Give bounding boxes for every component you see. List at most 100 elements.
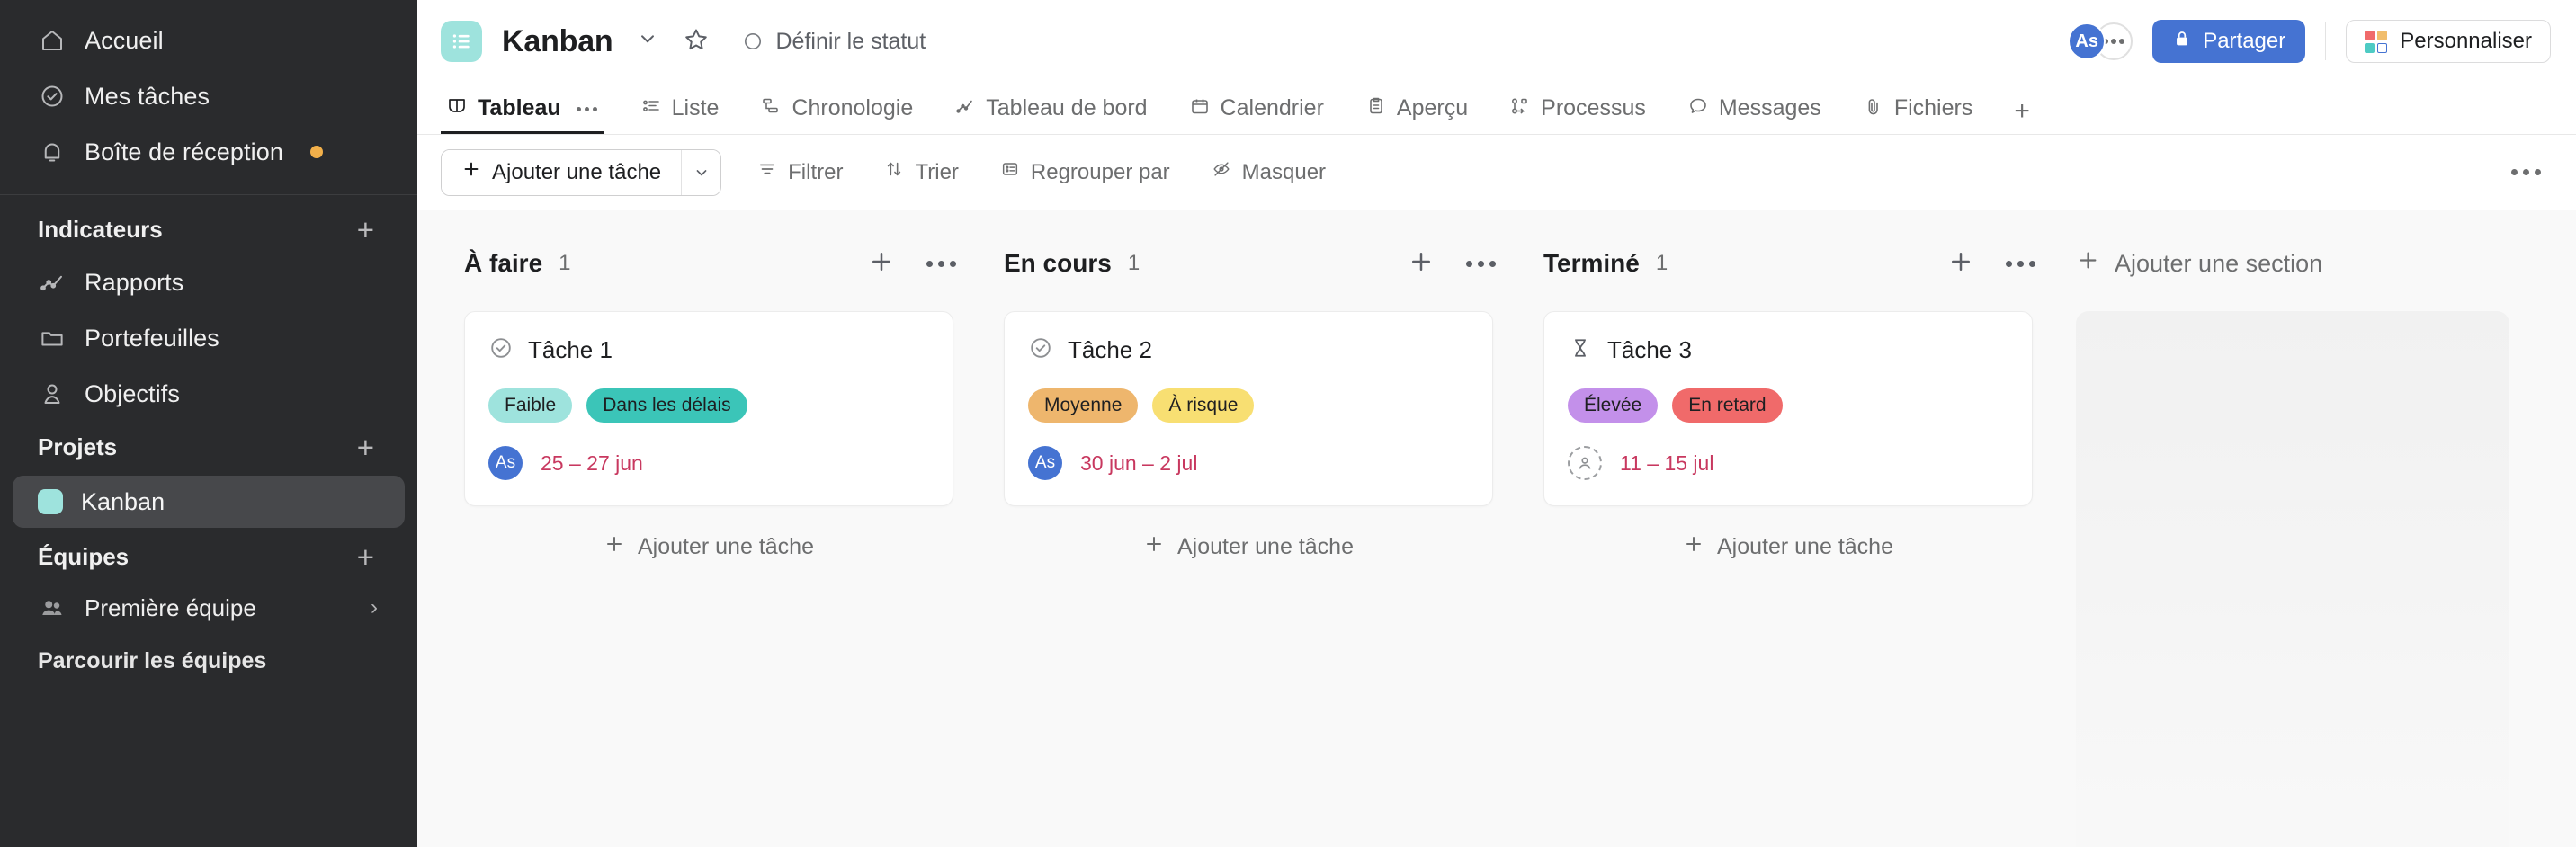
column-overflow-icon[interactable] <box>917 260 966 267</box>
star-icon[interactable] <box>683 26 710 58</box>
column-overflow-icon[interactable] <box>1996 260 2045 267</box>
tab-messages[interactable]: Messages <box>1682 84 1827 134</box>
tab-label: Liste <box>671 94 720 120</box>
add-projet-button[interactable]: + <box>357 432 374 462</box>
tab-chronologie[interactable]: Chronologie <box>755 84 918 134</box>
tag-priority[interactable]: Faible <box>488 388 573 423</box>
tab-label: Aperçu <box>1396 94 1469 120</box>
task-card[interactable]: Tâche 3 Élevée En retard 11 – 15 jul <box>1543 311 2033 506</box>
tab-liste[interactable]: Liste <box>635 84 725 134</box>
sidebar-section-projets: Projets + <box>13 422 405 472</box>
chevron-down-icon[interactable] <box>636 27 659 57</box>
workflow-icon <box>1509 95 1531 123</box>
sidebar-item-mes-taches[interactable]: Mes tâches <box>13 68 405 124</box>
task-card[interactable]: Tâche 2 Moyenne À risque As 30 jun – 2 j… <box>1004 311 1493 506</box>
add-indicateur-button[interactable]: + <box>357 215 374 245</box>
member-avatars: As <box>2068 22 2133 60</box>
column-count: 1 <box>1127 251 1140 275</box>
sidebar-item-objectifs[interactable]: Objectifs <box>13 366 405 422</box>
task-card-tags: Moyenne À risque <box>1028 388 1469 423</box>
column-add-task-button[interactable]: Ajouter une tâche <box>1543 533 2033 561</box>
add-task-button[interactable]: Ajouter une tâche <box>442 149 682 195</box>
sidebar-item-kanban[interactable]: Kanban <box>13 476 405 528</box>
column-overflow-icon[interactable] <box>1456 260 1506 267</box>
app-root: Accueil Mes tâches Boîte de réception In… <box>0 0 2576 847</box>
tab-processus[interactable]: Processus <box>1504 84 1651 134</box>
tab-tableau-de-bord[interactable]: Tableau de bord <box>949 84 1152 134</box>
share-button[interactable]: Partager <box>2152 20 2306 63</box>
hourglass-icon[interactable] <box>1568 335 1593 365</box>
task-card-footer: 11 – 15 jul <box>1568 446 2008 480</box>
task-card-title: Tâche 3 <box>1607 336 1692 363</box>
tag-status[interactable]: À risque <box>1152 388 1255 423</box>
add-task-dropdown-button[interactable] <box>681 149 721 195</box>
sidebar-item-accueil[interactable]: Accueil <box>13 13 405 68</box>
sidebar-item-premiere-equipe[interactable]: Première équipe › <box>13 582 405 634</box>
browse-teams-link[interactable]: Parcourir les équipes <box>13 634 405 674</box>
board-overflow-button[interactable] <box>2501 169 2551 175</box>
column-header: À faire 1 <box>441 243 980 284</box>
sidebar-item-boite-de-reception[interactable]: Boîte de réception <box>13 124 405 180</box>
column-add-task-icon[interactable] <box>1399 248 1444 280</box>
tag-status[interactable]: En retard <box>1672 388 1783 423</box>
check-circle-icon[interactable] <box>1028 335 1053 365</box>
customize-grid-icon <box>2365 30 2388 53</box>
add-section-label: Ajouter une section <box>2115 249 2323 277</box>
sidebar-item-label: Accueil <box>85 26 164 54</box>
task-card-footer: As 30 jun – 2 jul <box>1028 446 1469 480</box>
tag-priority[interactable]: Moyenne <box>1028 388 1139 423</box>
tab-label: Calendrier <box>1220 94 1324 120</box>
folder-icon <box>38 324 67 352</box>
column-add-task-icon[interactable] <box>1938 248 1983 280</box>
tag-status[interactable]: Dans les délais <box>586 388 747 423</box>
plus-icon <box>461 159 481 185</box>
task-due-date[interactable]: 25 – 27 jun <box>541 451 643 476</box>
avatar[interactable]: As <box>488 446 523 480</box>
unread-badge-dot <box>309 146 323 158</box>
add-tab-button[interactable]: + <box>2008 96 2035 134</box>
task-card-tags: Élevée En retard <box>1568 388 2008 423</box>
filter-button[interactable]: Filtrer <box>752 149 848 196</box>
task-due-date[interactable]: 11 – 15 jul <box>1620 451 1713 476</box>
sidebar-item-label: Portefeuilles <box>85 324 219 352</box>
section-dropzone[interactable] <box>2076 311 2509 847</box>
avatar[interactable]: As <box>1028 446 1062 480</box>
line-chart-icon <box>38 268 67 297</box>
group-by-button[interactable]: Regrouper par <box>995 149 1176 196</box>
set-status-button[interactable]: Définir le statut <box>742 29 926 55</box>
sidebar-item-portefeuilles[interactable]: Portefeuilles <box>13 310 405 366</box>
task-card[interactable]: Tâche 1 Faible Dans les délais As 25 – 2… <box>464 311 953 506</box>
assignee-placeholder-icon[interactable] <box>1568 446 1602 480</box>
customize-button[interactable]: Personnaliser <box>2346 20 2551 63</box>
sidebar-item-rapports[interactable]: Rapports <box>13 254 405 310</box>
add-section-button[interactable]: Ajouter une section <box>2060 243 2509 284</box>
check-circle-icon[interactable] <box>488 335 514 365</box>
sidebar-item-label: Kanban <box>81 487 165 515</box>
column-add-task-icon[interactable] <box>859 248 904 280</box>
tab-label: Messages <box>1718 94 1821 120</box>
column-title: Terminé <box>1543 249 1640 277</box>
tab-tableau[interactable]: Tableau <box>441 84 604 134</box>
bell-icon <box>38 138 67 166</box>
tag-priority[interactable]: Élevée <box>1568 388 1659 423</box>
task-card-tags: Faible Dans les délais <box>488 388 929 423</box>
task-due-date[interactable]: 30 jun – 2 jul <box>1080 451 1197 476</box>
add-equipe-button[interactable]: + <box>357 542 374 572</box>
column-add-task-button[interactable]: Ajouter une tâche <box>464 533 953 561</box>
page-title: Kanban <box>502 23 613 58</box>
column-title: En cours <box>1004 249 1112 277</box>
lock-icon <box>2172 29 2192 55</box>
sort-button[interactable]: Trier <box>879 149 963 196</box>
tab-fichiers[interactable]: Fichiers <box>1857 84 1979 134</box>
tab-overflow-icon[interactable] <box>575 106 599 111</box>
tab-label: Chronologie <box>792 94 914 120</box>
hide-button[interactable]: Masquer <box>1206 149 1331 196</box>
tab-calendrier[interactable]: Calendrier <box>1184 84 1329 134</box>
avatar[interactable]: As <box>2068 22 2106 60</box>
tab-label: Processus <box>1541 94 1646 120</box>
column-add-task-button[interactable]: Ajouter une tâche <box>1004 533 1493 561</box>
project-header: Kanban Définir le statut As Partager Per… <box>417 0 2576 83</box>
sidebar-item-label: Première équipe <box>85 593 256 621</box>
main-area: Kanban Définir le statut As Partager Per… <box>417 0 2576 847</box>
tab-apercu[interactable]: Aperçu <box>1360 84 1473 134</box>
